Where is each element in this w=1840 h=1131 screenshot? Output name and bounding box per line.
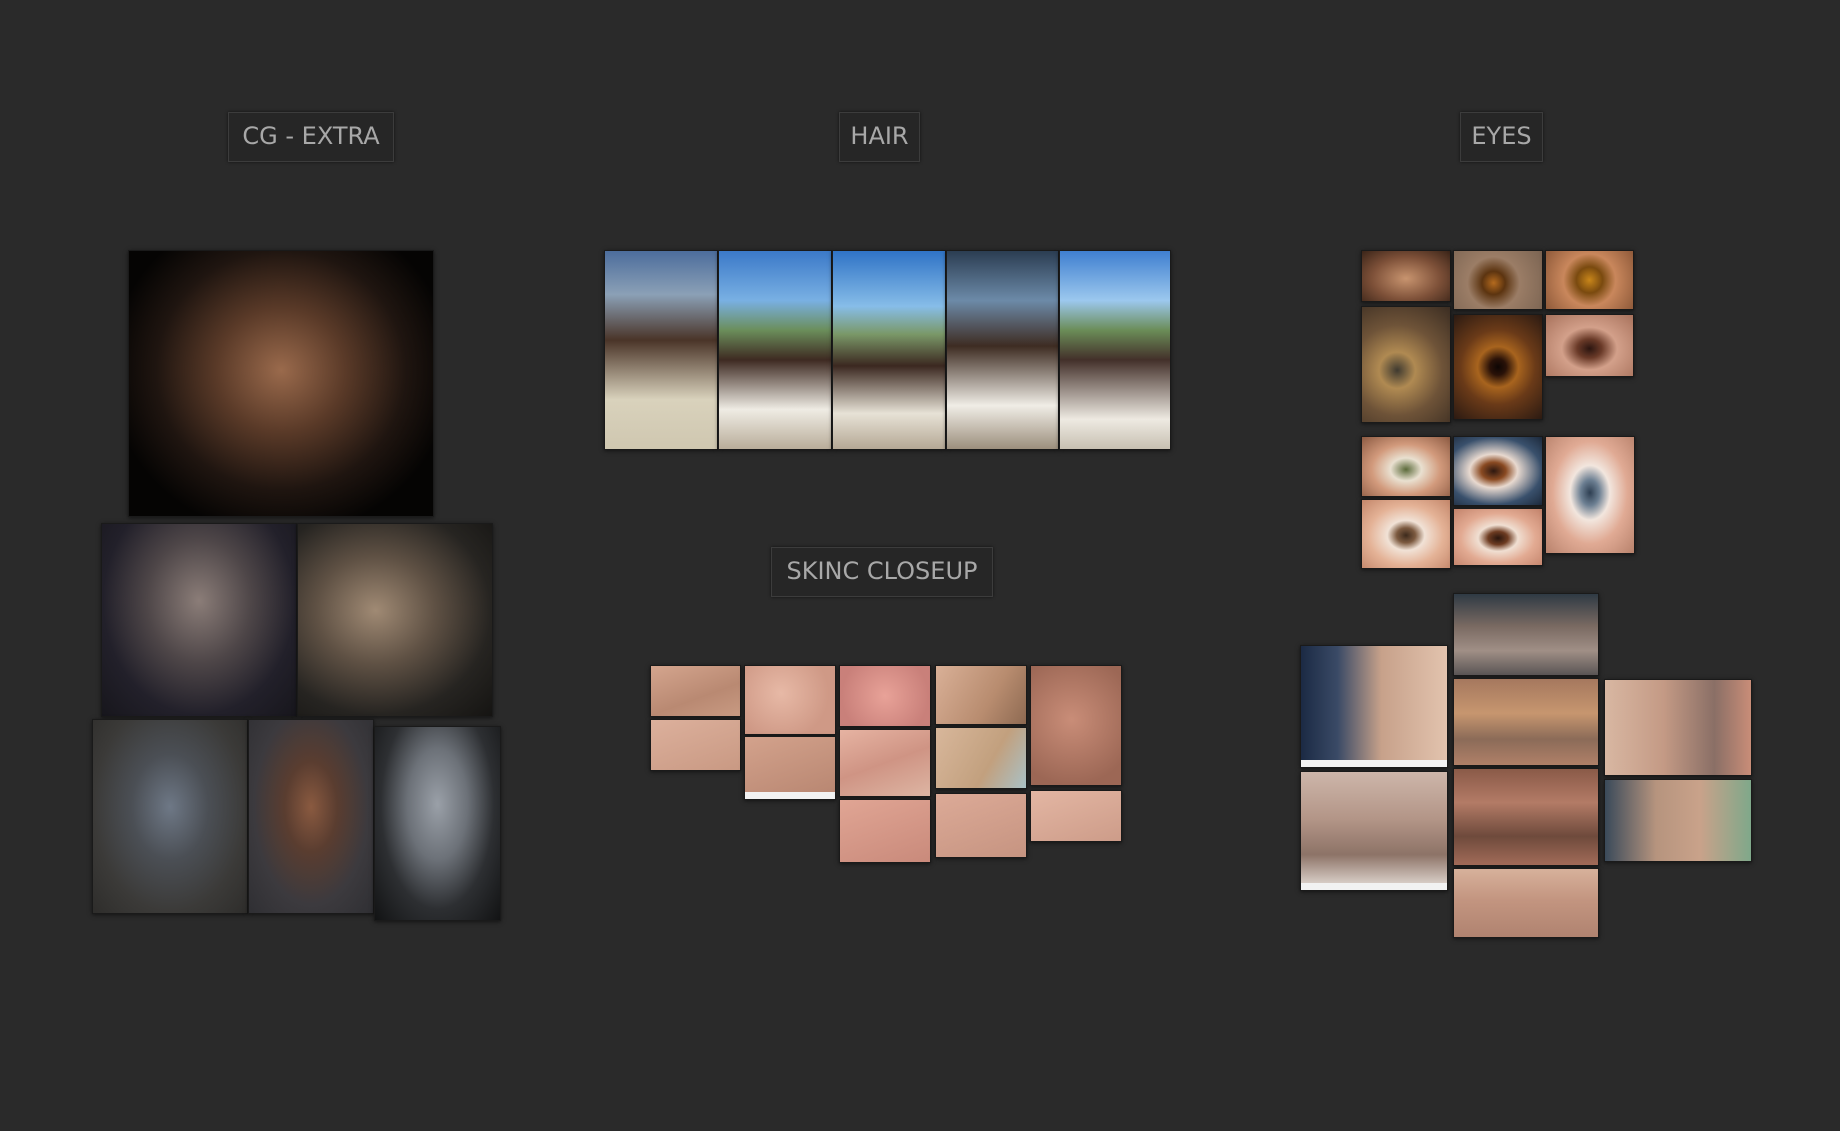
image-caption-strip <box>745 792 835 799</box>
hair-side-view-image-1[interactable] <box>946 250 1059 450</box>
aged-eye-image[interactable] <box>1453 678 1599 766</box>
skin-closeup-image[interactable] <box>744 665 836 735</box>
cg-head-sculpt-image[interactable] <box>374 726 501 921</box>
skin-closeup-image[interactable] <box>744 736 836 800</box>
cg-statue-warrior-image[interactable] <box>92 719 248 914</box>
cg-statue-figure-image[interactable] <box>248 719 374 914</box>
eye-closeup-image[interactable] <box>1545 250 1634 310</box>
eye-closeup-image[interactable] <box>1453 436 1543 506</box>
skin-closeup-image[interactable] <box>839 665 931 727</box>
eye-closeup-image[interactable] <box>1453 314 1543 420</box>
eye-closeup-image[interactable] <box>1545 436 1635 554</box>
aged-eye-image[interactable] <box>1453 868 1599 938</box>
group-label-cg-extra[interactable]: CG - EXTRA <box>228 112 394 162</box>
aged-eye-image[interactable] <box>1604 779 1752 862</box>
eye-closeup-image[interactable] <box>1361 250 1451 302</box>
image-caption-strip <box>1301 883 1447 890</box>
skin-closeup-image[interactable] <box>1030 665 1122 786</box>
aged-eye-image[interactable] <box>1453 593 1599 676</box>
group-label-skin-closeup[interactable]: SKINC CLOSEUP <box>771 547 993 597</box>
cg-portrait-profile-image[interactable] <box>297 523 493 717</box>
aged-eye-image[interactable] <box>1453 768 1599 866</box>
eye-closeup-image[interactable] <box>1453 508 1543 566</box>
skin-closeup-image[interactable] <box>839 729 931 797</box>
skin-closeup-image[interactable] <box>935 793 1027 858</box>
eye-closeup-image[interactable] <box>1453 250 1543 310</box>
eye-closeup-image[interactable] <box>1361 306 1451 423</box>
skin-closeup-image[interactable] <box>1030 790 1122 842</box>
hair-side-view-image-2[interactable] <box>1059 250 1171 450</box>
aged-eye-image[interactable] <box>1300 645 1448 768</box>
hair-back-view-image[interactable] <box>604 250 718 450</box>
eye-closeup-image[interactable] <box>1545 314 1634 377</box>
image-caption-strip <box>1301 760 1447 767</box>
moodboard-canvas[interactable]: CG - EXTRA HAIR EYES SKINC CLOSEUP <box>0 0 1840 1131</box>
eye-closeup-image[interactable] <box>1361 499 1451 569</box>
skin-closeup-image[interactable] <box>650 719 741 771</box>
skin-closeup-image[interactable] <box>935 727 1027 789</box>
hair-front-view-image-2[interactable] <box>832 250 946 450</box>
group-label-hair[interactable]: HAIR <box>839 112 920 162</box>
eye-closeup-image[interactable] <box>1361 436 1451 497</box>
skin-closeup-image[interactable] <box>935 665 1027 725</box>
aged-eye-image[interactable] <box>1604 679 1752 776</box>
cg-portrait-elder-image[interactable] <box>128 250 434 517</box>
aged-eye-image[interactable] <box>1300 771 1448 891</box>
hair-front-view-image-1[interactable] <box>718 250 832 450</box>
skin-closeup-image[interactable] <box>839 799 931 863</box>
cg-portrait-front-image[interactable] <box>101 523 297 717</box>
skin-closeup-image[interactable] <box>650 665 741 717</box>
group-label-eyes[interactable]: EYES <box>1460 112 1543 162</box>
